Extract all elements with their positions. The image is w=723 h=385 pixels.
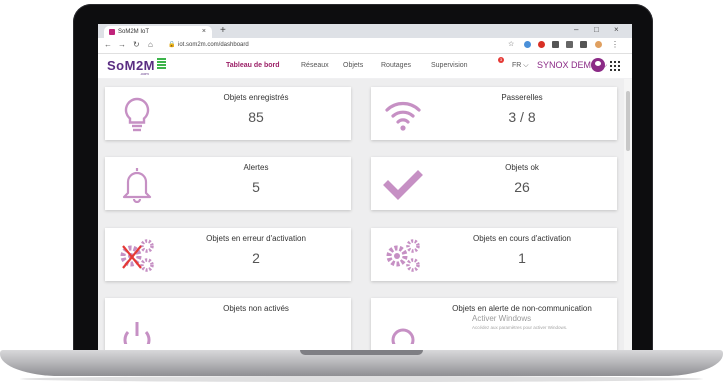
card-value: 26 <box>514 179 530 195</box>
card-objets-non-actives[interactable]: Objets non activés <box>105 298 351 350</box>
extension-icon[interactable] <box>552 41 559 48</box>
wifi-icon <box>385 102 421 131</box>
windows-activation-title: Activer Windows <box>472 314 532 323</box>
card-label: Objets en alerte de non-communication <box>452 304 592 313</box>
forward-icon[interactable]: → <box>118 40 126 49</box>
back-icon[interactable]: ← <box>104 40 112 49</box>
extension-icon[interactable] <box>566 41 573 48</box>
card-label: Objets non activés <box>223 304 289 313</box>
scrollbar-thumb[interactable] <box>626 91 630 151</box>
supervision-badge: 3 <box>498 57 504 63</box>
logo-sub: .com <box>140 71 149 76</box>
nav-routages[interactable]: Routages <box>381 62 411 69</box>
card-alertes[interactable]: Alertes 5 <box>105 157 351 210</box>
browser-menu-icon[interactable]: ⋮ <box>611 40 619 49</box>
card-label: Objets enregistrés <box>223 93 289 102</box>
card-value: 3 / 8 <box>508 109 536 125</box>
address-bar-row: ← → ↻ ⌂ 🔒 iot.som2m.com/dashboard ☆ ⋮ <box>98 38 632 54</box>
maximize-button[interactable]: □ <box>594 25 599 34</box>
gears-error-icon <box>120 239 154 272</box>
card-objets-enregistres[interactable]: Objets enregistrés 85 <box>105 87 351 140</box>
url-text: iot.som2m.com/dashboard <box>178 42 249 48</box>
gears-icon <box>386 239 420 272</box>
window-close-button[interactable]: × <box>614 25 619 34</box>
laptop-notch <box>300 350 423 355</box>
windows-activation-subtitle: Accédez aux paramètres pour activer Wind… <box>472 325 568 330</box>
no-communication-icon <box>391 328 415 344</box>
laptop-shadow <box>20 376 703 382</box>
lock-icon: 🔒 <box>168 42 176 48</box>
apps-grid-icon[interactable] <box>610 61 620 71</box>
card-value: 85 <box>248 109 264 125</box>
star-icon[interactable]: ☆ <box>508 40 514 48</box>
app-header: SoM2M .com Tableau de bord Réseaux Objet… <box>98 54 632 78</box>
card-value: 5 <box>252 179 260 195</box>
card-label: Alertes <box>243 163 269 172</box>
card-objets-ok[interactable]: Objets ok 26 <box>371 157 617 210</box>
logo-mark-icon <box>157 58 166 70</box>
nav-reseaux[interactable]: Réseaux <box>301 62 329 69</box>
extension-icon[interactable] <box>538 41 545 48</box>
check-icon <box>383 170 423 200</box>
favicon-icon <box>109 29 115 35</box>
tab-title: SoM2M IoT <box>118 29 150 35</box>
power-icon <box>123 322 151 344</box>
lightbulb-icon <box>124 97 150 132</box>
bell-icon <box>122 168 152 203</box>
reload-icon[interactable]: ↻ <box>133 40 140 49</box>
language-select[interactable]: FR ⌵ <box>512 62 529 70</box>
card-objets-erreur-activation[interactable]: Objets en erreur d'activation 2 <box>105 228 351 281</box>
card-value: 2 <box>252 250 260 266</box>
card-value: 1 <box>518 250 526 266</box>
nav-tableau-de-bord[interactable]: Tableau de bord <box>226 62 280 69</box>
browser-tab-bar: SoM2M IoT × + – □ × <box>98 24 632 38</box>
dashboard-content: Objets enregistrés 85 Passerelles 3 / 8 … <box>98 79 624 350</box>
new-tab-button[interactable]: + <box>220 25 226 36</box>
card-label: Objets ok <box>505 163 539 172</box>
puzzle-icon[interactable] <box>580 41 587 48</box>
nav-supervision[interactable]: Supervision <box>431 62 468 69</box>
extension-icon[interactable] <box>524 41 531 48</box>
card-objets-alerte-non-communication[interactable]: Objets en alerte de non-communication <box>371 298 617 350</box>
card-label: Objets en cours d'activation <box>472 234 572 243</box>
nav-objets[interactable]: Objets <box>343 62 363 69</box>
card-label: Passerelles <box>501 93 543 102</box>
user-avatar-icon[interactable] <box>591 58 605 72</box>
card-passerelles[interactable]: Passerelles 3 / 8 <box>371 87 617 140</box>
screen: SoM2M IoT × + – □ × ← → ↻ ⌂ 🔒 iot.som2m.… <box>98 24 632 350</box>
profile-icon[interactable] <box>595 41 602 48</box>
home-icon[interactable]: ⌂ <box>148 40 153 49</box>
browser-tab[interactable]: SoM2M IoT × <box>104 26 212 38</box>
tab-close-icon[interactable]: × <box>202 28 206 35</box>
minimize-button[interactable]: – <box>574 25 578 34</box>
card-label: Objets en erreur d'activation <box>206 234 306 243</box>
card-objets-en-cours-activation[interactable]: Objets en cours d'activation 1 <box>371 228 617 281</box>
url-field[interactable]: 🔒 iot.som2m.com/dashboard <box>168 40 528 51</box>
